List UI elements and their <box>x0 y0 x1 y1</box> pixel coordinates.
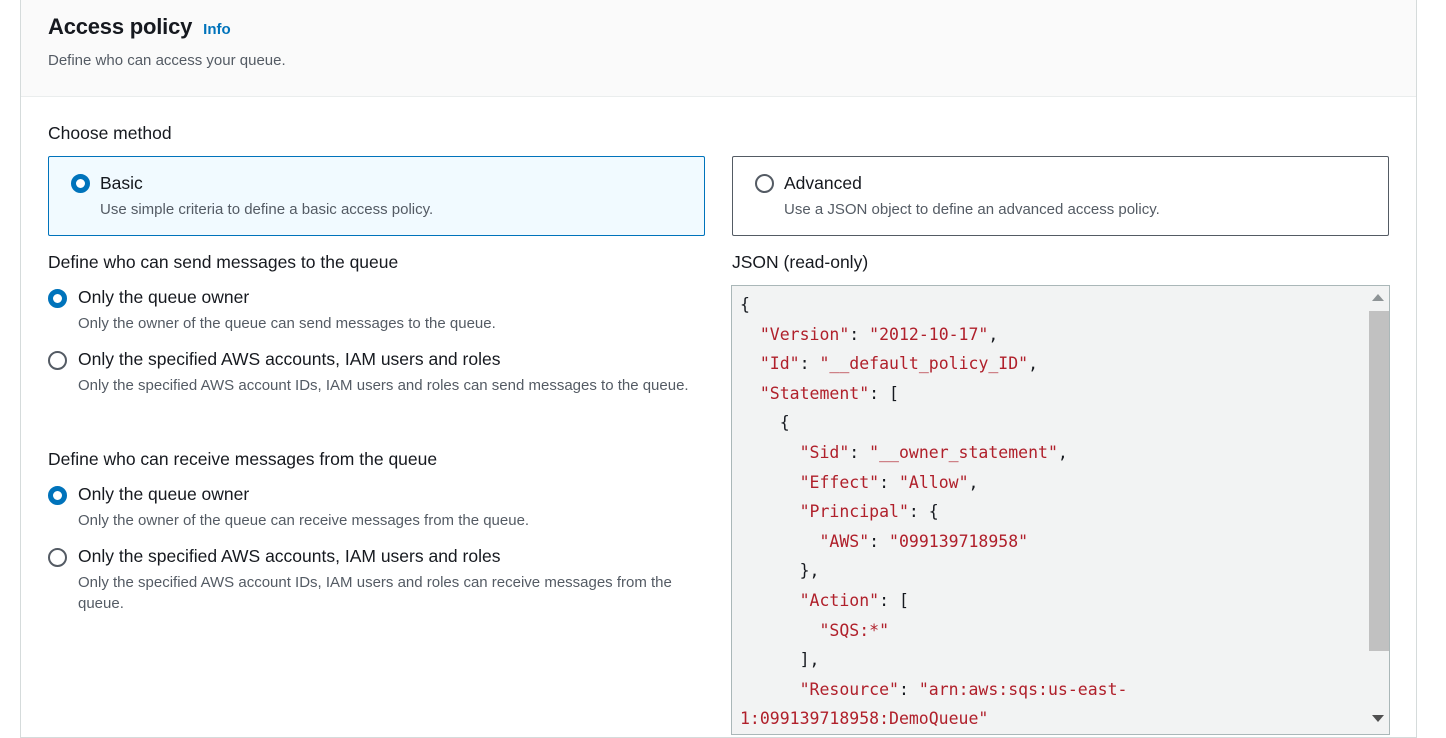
json-punct <box>740 502 800 521</box>
json-key: "Action" <box>799 590 880 610</box>
send-specified-radio[interactable] <box>48 351 67 370</box>
json-line: "Principal": { <box>740 497 1367 527</box>
json-key: "Statement" <box>759 383 870 403</box>
json-punct <box>740 443 800 462</box>
scroll-up-icon[interactable] <box>1372 294 1384 301</box>
receive-owner-label: Only the queue owner <box>78 484 250 504</box>
send-specified-label: Only the specified AWS accounts, IAM use… <box>78 349 501 369</box>
basic-description: Use simple criteria to define a basic ac… <box>100 201 434 218</box>
method-tile-advanced[interactable]: Advanced Use a JSON object to define an … <box>732 156 1389 236</box>
json-string: "__owner_statement" <box>869 442 1058 462</box>
json-line: "AWS": "099139718958" <box>740 527 1367 557</box>
json-punct: : <box>849 442 870 462</box>
send-section-label: Define who can send messages to the queu… <box>48 252 399 272</box>
json-key: "Sid" <box>799 442 850 462</box>
json-punct: ], <box>740 650 820 670</box>
json-string: 1:099139718958:DemoQueue" <box>740 709 989 729</box>
json-line: "Version": "2012-10-17", <box>740 320 1367 350</box>
json-punct <box>740 591 800 610</box>
json-line: "Resource": "arn:aws:sqs:us-east- <box>740 675 1367 705</box>
json-editor[interactable]: { "Version": "2012-10-17", "Id": "__defa… <box>731 285 1390 735</box>
scroll-thumb[interactable] <box>1369 311 1389 651</box>
json-punct <box>740 325 760 344</box>
json-line: "Action": [ <box>740 586 1367 616</box>
json-punct: { <box>740 295 750 314</box>
json-line: }, <box>740 556 1367 586</box>
json-punct: : [ <box>879 590 909 610</box>
json-punct: : <box>898 679 919 699</box>
send-owner-radio[interactable] <box>48 289 67 308</box>
json-line: "Statement": [ <box>740 379 1367 409</box>
json-punct <box>740 532 819 551</box>
advanced-description: Use a JSON object to define an advanced … <box>784 201 1160 218</box>
json-key: "Id" <box>759 354 800 374</box>
json-punct <box>740 680 800 699</box>
json-punct: { <box>740 413 790 433</box>
json-punct: , <box>1028 354 1039 374</box>
json-punct <box>740 621 819 640</box>
json-key: "Resource" <box>799 679 899 699</box>
json-line: "Sid": "__owner_statement", <box>740 438 1367 468</box>
info-link[interactable]: Info <box>203 21 231 38</box>
title-row: Access policy Info <box>48 14 1416 40</box>
json-punct: , <box>988 324 999 344</box>
json-string: "__default_policy_ID" <box>819 354 1029 374</box>
json-line: "SQS:*" <box>740 616 1367 646</box>
json-code: { "Version": "2012-10-17", "Id": "__defa… <box>732 286 1367 734</box>
json-string: "099139718958" <box>889 531 1029 551</box>
receive-specified-radio[interactable] <box>48 548 67 567</box>
receive-specified-label: Only the specified AWS accounts, IAM use… <box>78 546 501 566</box>
json-punct: , <box>1057 442 1068 462</box>
scroll-down-icon[interactable] <box>1372 715 1384 722</box>
json-line: ], <box>740 645 1367 675</box>
json-key: "Version" <box>759 324 850 344</box>
json-punct <box>740 354 760 373</box>
json-string: "Allow" <box>898 472 969 492</box>
receive-section-label: Define who can receive messages from the… <box>48 449 438 469</box>
json-punct: : <box>799 354 820 374</box>
json-label: JSON (read-only) <box>732 252 869 272</box>
advanced-radio[interactable] <box>755 174 774 193</box>
json-scrollbar[interactable] <box>1367 286 1389 734</box>
json-punct: : <box>849 324 870 344</box>
page-subtitle: Define who can access your queue. <box>48 52 286 69</box>
json-punct <box>740 473 800 492</box>
json-punct: : [ <box>869 383 899 403</box>
send-owner-label: Only the queue owner <box>78 287 250 307</box>
json-punct: : { <box>908 502 939 522</box>
json-string: "SQS:*" <box>819 620 890 640</box>
send-owner-description: Only the owner of the queue can send mes… <box>78 315 496 332</box>
receive-owner-radio[interactable] <box>48 486 67 505</box>
receive-specified-description: Only the specified AWS account IDs, IAM … <box>78 574 672 612</box>
json-punct <box>740 384 760 403</box>
advanced-label: Advanced <box>784 173 862 193</box>
choose-method-label: Choose method <box>48 123 172 143</box>
send-specified-description: Only the specified AWS account IDs, IAM … <box>78 377 689 394</box>
json-line: 1:099139718958:DemoQueue" <box>740 704 1367 734</box>
panel-header: Access policy Info Define who can access… <box>21 0 1416 97</box>
json-line: { <box>740 290 1367 320</box>
json-string: "arn:aws:sqs:us-east- <box>918 679 1128 699</box>
json-key: "Principal" <box>799 502 909 522</box>
page-title: Access policy <box>48 14 193 39</box>
json-punct: , <box>968 472 979 492</box>
json-string: "2012-10-17" <box>869 324 989 344</box>
json-punct: }, <box>740 561 820 581</box>
receive-owner-description: Only the owner of the queue can receive … <box>78 512 530 529</box>
json-line: { <box>740 408 1367 438</box>
json-punct: : <box>879 472 899 492</box>
json-line: "Id": "__default_policy_ID", <box>740 349 1367 379</box>
method-tile-basic[interactable]: Basic Use simple criteria to define a ba… <box>48 156 705 236</box>
json-line: "Effect": "Allow", <box>740 468 1367 498</box>
json-key: "Effect" <box>799 472 880 492</box>
basic-label: Basic <box>100 173 143 193</box>
basic-radio[interactable] <box>71 174 90 193</box>
json-key: "AWS" <box>819 531 870 551</box>
json-punct: : <box>869 531 890 551</box>
